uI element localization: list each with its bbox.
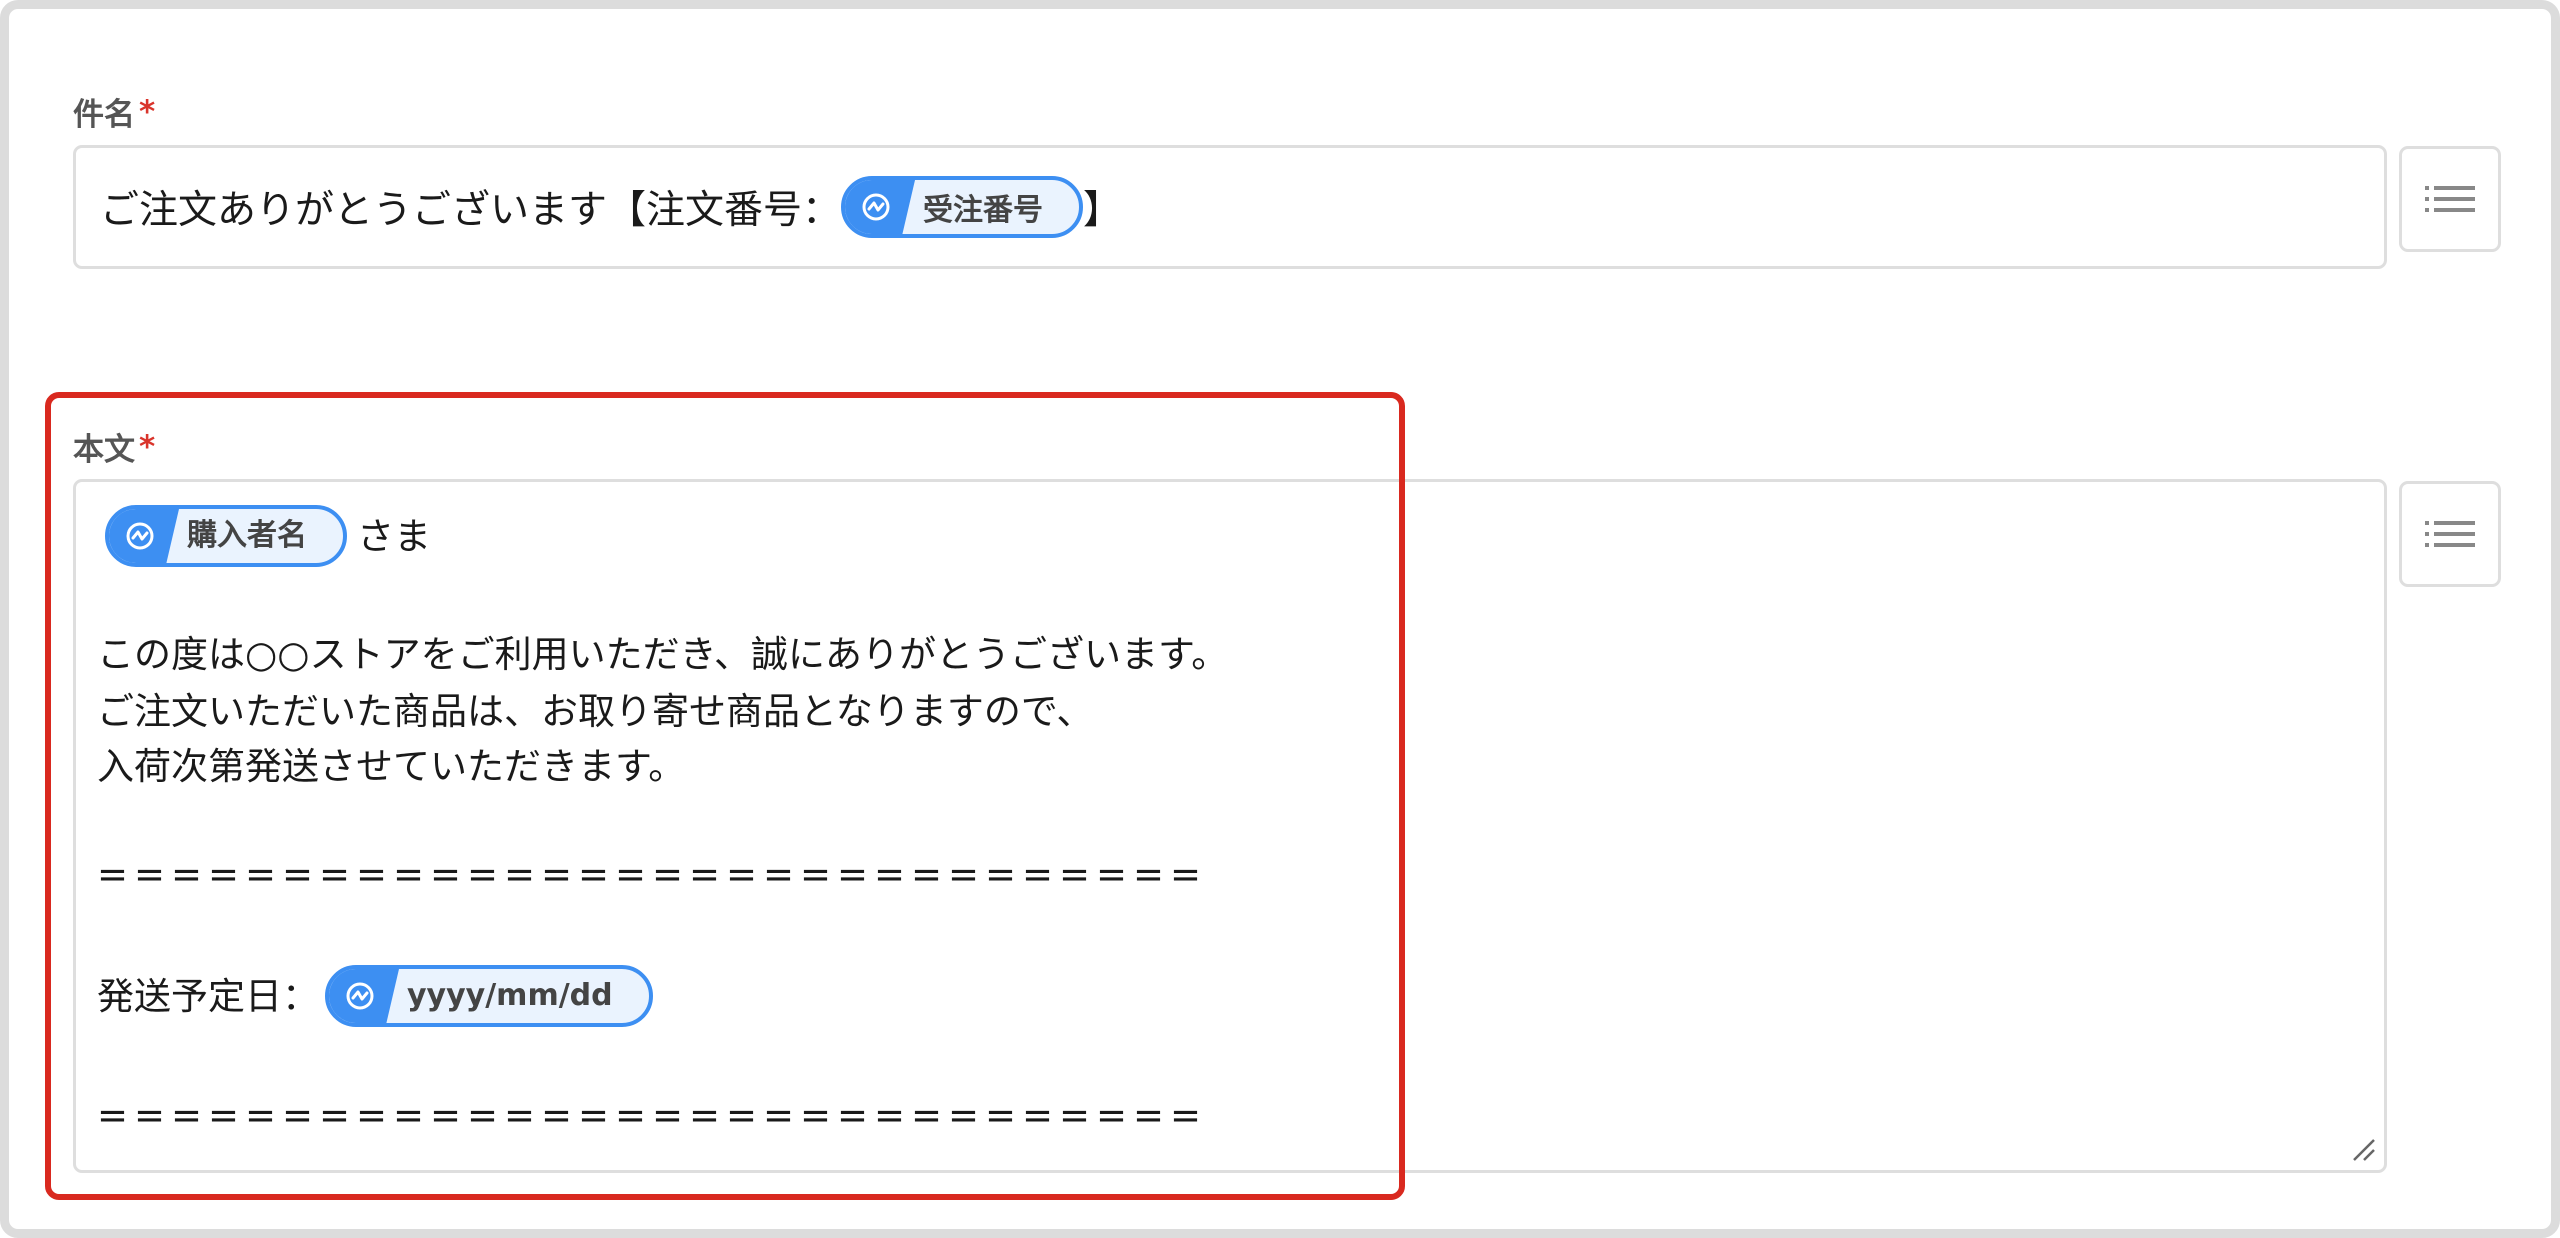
body-line-1: この度は○○ストアをご利用いただき、誠にありがとうございます。 bbox=[97, 633, 1229, 676]
required-mark: * bbox=[139, 428, 156, 465]
body-line-3: 入荷次第発送させていただきます。 bbox=[97, 745, 686, 788]
resize-handle-icon[interactable] bbox=[2350, 1136, 2376, 1162]
variable-icon bbox=[329, 969, 399, 1023]
list-icon bbox=[2425, 521, 2475, 547]
subject-label: 件名 * bbox=[73, 89, 155, 134]
body-line-2: ご注文いただいた商品は、お取り寄せ商品となりますので、 bbox=[97, 690, 1094, 733]
buyer-name-chip[interactable]: 購入者名 bbox=[105, 505, 347, 567]
ship-date-label: 発送予定日： bbox=[97, 974, 319, 1018]
body-separator: ============================== bbox=[97, 853, 1208, 896]
body-line-ship-date: 発送予定日： yyyy/mm/dd bbox=[97, 965, 653, 1027]
body-label: 本文 * bbox=[73, 424, 155, 469]
order-number-chip[interactable]: 受注番号 bbox=[841, 176, 1084, 238]
subject-insert-variable-button[interactable] bbox=[2399, 146, 2501, 252]
order-number-chip-label: 受注番号 bbox=[923, 193, 1044, 228]
body-label-text: 本文 bbox=[73, 432, 135, 468]
variable-icon bbox=[109, 509, 179, 563]
ship-date-chip[interactable]: yyyy/mm/dd bbox=[325, 965, 653, 1027]
subject-prefix-text: ご注文ありがとうございます【注文番号： bbox=[100, 188, 842, 233]
form-panel: 件名 * ご注文ありがとうございます【注文番号： 受注番号 】 本文 * 購入者… bbox=[0, 0, 2560, 1238]
recipient-suffix-text: さま bbox=[357, 514, 431, 558]
list-icon bbox=[2425, 186, 2475, 212]
body-textarea[interactable] bbox=[73, 479, 2387, 1173]
body-insert-variable-button[interactable] bbox=[2399, 481, 2501, 587]
subject-label-text: 件名 bbox=[73, 97, 135, 133]
subject-input[interactable]: ご注文ありがとうございます【注文番号： 受注番号 】 bbox=[73, 145, 2387, 269]
body-line-recipient: 購入者名 さま bbox=[105, 505, 431, 567]
buyer-name-chip-label: 購入者名 bbox=[187, 518, 307, 553]
subject-suffix-text: 】 bbox=[1083, 188, 1123, 233]
ship-date-chip-label: yyyy/mm/dd bbox=[407, 978, 613, 1013]
body-separator-2: ============================== bbox=[97, 1094, 1208, 1137]
required-mark: * bbox=[139, 93, 156, 130]
variable-icon bbox=[845, 180, 916, 234]
